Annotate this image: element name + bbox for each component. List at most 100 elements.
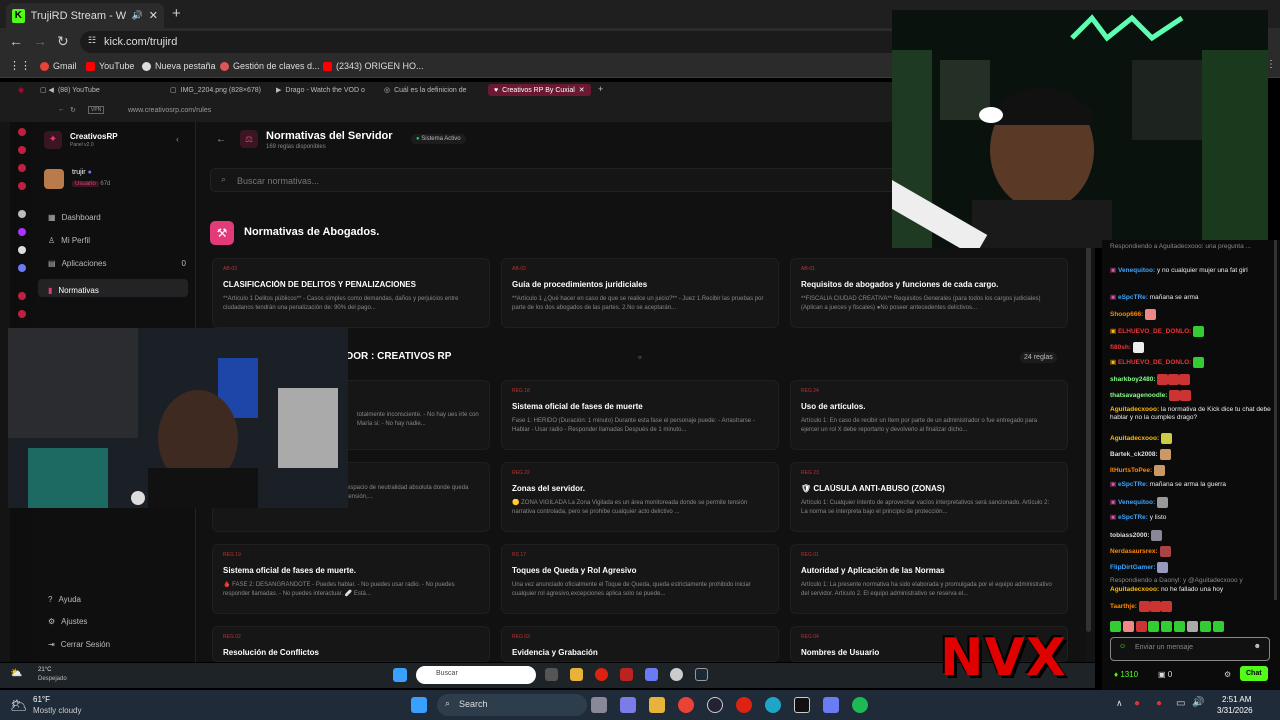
file-explorer-icon[interactable]	[649, 697, 665, 713]
copilot-icon[interactable]	[620, 697, 636, 713]
bookmark-origen[interactable]: (2343) ORIGEN HO...	[323, 61, 424, 71]
url-field[interactable]: ☷ kick.com/trujird	[80, 31, 900, 53]
rule-card[interactable]: REG 19 Sistema oficial de fases de muerte…	[212, 544, 490, 614]
chat-username[interactable]: fi80sh:	[1110, 344, 1131, 351]
forward-icon[interactable]: →	[33, 33, 47, 49]
sidebar-item-settings[interactable]: ⚙ Ajustes	[48, 617, 87, 626]
bookmark-passwords[interactable]: Gestión de claves d...	[220, 61, 320, 71]
chat-username[interactable]: Nerdasaursrex:	[1110, 548, 1158, 555]
search-box[interactable]: ⌕ Search	[437, 694, 587, 716]
rule-card[interactable]: REG 22 Zonas del servidor. 🟡 ZONA VIGILADA…	[501, 462, 779, 532]
chat-username[interactable]: Bartek_ck2008:	[1110, 451, 1158, 458]
emote-icon[interactable]	[1122, 621, 1134, 632]
tray-expand-icon[interactable]: ∧	[1116, 698, 1123, 709]
close-icon[interactable]: ✕	[149, 9, 158, 22]
bookmark-gmail[interactable]: Gmail	[40, 61, 77, 71]
vpn-badge[interactable]: VPN	[88, 106, 105, 114]
rule-card[interactable]: REG 18 Sistema oficial de fases de muerte…	[501, 380, 779, 450]
chrome-icon[interactable]	[678, 697, 694, 713]
emote-icon[interactable]	[1148, 621, 1160, 632]
steam-icon[interactable]	[695, 668, 708, 681]
sidebar-app-icon[interactable]	[18, 228, 26, 236]
opera-icon[interactable]	[595, 668, 608, 681]
emote-icon[interactable]	[1135, 621, 1147, 632]
microphone-icon[interactable]: ●	[1156, 698, 1162, 709]
start-icon[interactable]	[411, 697, 427, 713]
emote-icon[interactable]	[1199, 621, 1211, 632]
chat-username[interactable]: eSpcTRe:	[1118, 481, 1148, 488]
rule-card[interactable]: REG 02 Resolución de Conflictos	[212, 626, 490, 662]
chat-username[interactable]: ItHurtsToPee:	[1110, 467, 1152, 474]
emote-icon[interactable]	[1110, 621, 1121, 632]
rule-card[interactable]: AB-03 CLASIFICACIÓN DE DELITOS Y PENALIZA…	[212, 258, 490, 328]
chat-username[interactable]: eSpcTRe:	[1118, 294, 1148, 301]
inner-start-icon[interactable]	[393, 668, 407, 682]
sidebar-item-help[interactable]: ? Ayuda	[48, 595, 81, 604]
chat-scrollbar[interactable]	[1274, 240, 1277, 600]
opera-icon[interactable]	[736, 697, 752, 713]
back-icon[interactable]: ←	[9, 33, 23, 49]
taskbar-app-icon[interactable]	[620, 668, 633, 681]
sidebar-app-icon[interactable]	[18, 164, 26, 172]
steam-icon[interactable]	[707, 697, 723, 713]
sidebar-app-icon[interactable]	[18, 292, 26, 300]
chat-username[interactable]: tobiass2000:	[1110, 532, 1149, 539]
task-view-icon[interactable]	[591, 697, 607, 713]
emoji-icon[interactable]: ☻	[1254, 643, 1261, 650]
chat-username[interactable]: FlipDirtGamer:	[1110, 564, 1156, 571]
sidebar-app-icon[interactable]	[18, 146, 26, 154]
apps-icon[interactable]: ⋮⋮	[9, 59, 31, 72]
rule-card[interactable]: AB-01 Requisitos de abogados y funciones …	[790, 258, 1068, 328]
sidebar-item-applications[interactable]: ▤ Aplicaciones 0	[48, 259, 186, 268]
tray-app-icon[interactable]: ●	[1134, 698, 1140, 709]
chat-username[interactable]: thatsavagenoodle:	[1110, 392, 1167, 399]
rule-card[interactable]: REG 24 Uso de artículos. Artículo 1: En ca…	[790, 380, 1068, 450]
chat-settings-icon[interactable]: ⚙	[1224, 670, 1231, 679]
chat-username[interactable]: Aguitadecxooo:	[1110, 406, 1159, 413]
inner-back-icon[interactable]: ←	[58, 106, 65, 113]
speaker-icon[interactable]: 🔊	[132, 10, 143, 21]
sidebar-app-icon[interactable]	[18, 128, 26, 136]
discord-icon[interactable]	[645, 668, 658, 681]
collapse-icon[interactable]: ‹	[176, 134, 179, 144]
network-icon[interactable]: ▭	[1176, 698, 1185, 709]
chat-username[interactable]: eSpcTRe:	[1118, 514, 1148, 521]
emote-bar[interactable]	[1110, 621, 1275, 632]
chat-username[interactable]: Aguitadecxooo:	[1110, 435, 1159, 442]
inner-reload-icon[interactable]: ↻	[70, 106, 76, 114]
chat-send-button[interactable]: Chat	[1240, 666, 1268, 681]
inner-tab-active[interactable]: ♥ Creativos RP By Cuxial ✕	[488, 84, 591, 96]
clock-time[interactable]: 2:51 AM	[1222, 695, 1251, 704]
rule-card[interactable]: REG 01 Autoridad y Aplicación de las Norm…	[790, 544, 1068, 614]
bookmark-new-tab[interactable]: Nueva pestaña	[142, 61, 216, 71]
emote-icon[interactable]	[1212, 621, 1224, 632]
points[interactable]: ▣ 0	[1158, 670, 1172, 679]
inner-tab[interactable]: ▢ IMG_2204.png (828×678)	[170, 86, 261, 95]
app-icon[interactable]	[794, 697, 810, 713]
chat-username[interactable]: ELHUEVO_DE_DONLO:	[1118, 359, 1191, 366]
sidebar-app-icon[interactable]	[18, 310, 26, 318]
emote-icon[interactable]	[1161, 621, 1173, 632]
sidebar-item-dashboard[interactable]: ▦ Dashboard	[48, 213, 101, 222]
rule-card[interactable]: AB-02 Guía de procedimientos juridiciales…	[501, 258, 779, 328]
emote-picker-icon[interactable]: ☺	[1119, 643, 1126, 650]
avatar[interactable]	[44, 169, 64, 189]
rule-card[interactable]: RS 17 Toques de Queda y Rol Agresivo Una v…	[501, 544, 779, 614]
discord-icon[interactable]	[823, 697, 839, 713]
emote-icon[interactable]	[1174, 621, 1186, 632]
inner-search-box[interactable]: Buscar	[416, 666, 536, 684]
sidebar-app-icon[interactable]	[18, 182, 26, 190]
chat-username[interactable]: Venequitoo:	[1118, 267, 1155, 274]
chat-username[interactable]: Venequitoo:	[1118, 499, 1155, 506]
emote-icon[interactable]	[1186, 621, 1198, 632]
rule-card[interactable]: REG 03 Evidencia y Grabación	[501, 626, 779, 662]
bookmark-youtube[interactable]: YouTube	[86, 61, 134, 71]
sidebar-item-profile[interactable]: ♙ Mi Perfil	[48, 236, 90, 245]
page-back-icon[interactable]: ←	[216, 134, 226, 145]
discord-icon[interactable]	[18, 264, 26, 272]
sidebar-item-logout[interactable]: ⇥ Cerrar Sesión	[48, 640, 110, 649]
inner-tab[interactable]: ◎ Cuál es la definicion de	[384, 86, 467, 95]
chat-username[interactable]: Taarthje:	[1110, 603, 1137, 610]
inner-tab[interactable]: ▢ ◀ (88) YouTube	[40, 86, 100, 95]
inner-url[interactable]: www.creativosrp.com/rules	[128, 107, 211, 114]
